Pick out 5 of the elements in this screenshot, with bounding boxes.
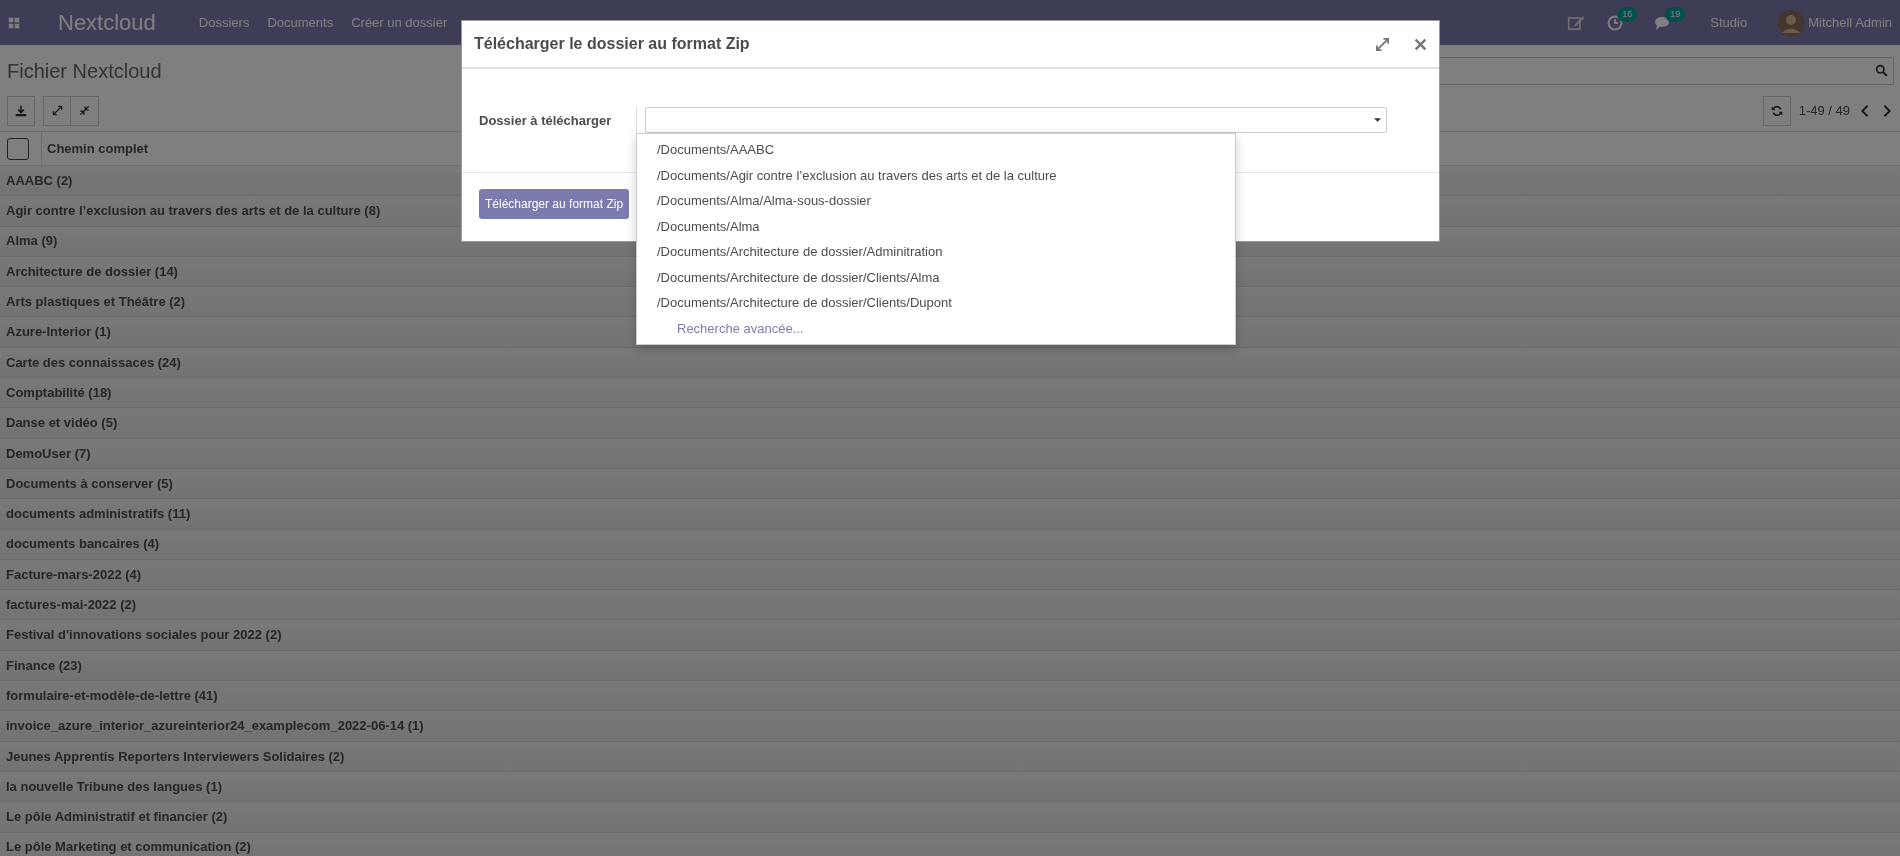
page-title: Fichier Nextcloud (7, 58, 162, 83)
activity-count: 16 (1617, 6, 1638, 22)
pager-value: 1-49 / 49 (1798, 101, 1850, 120)
dialog-title: Télécharger le dossier au format Zip (474, 34, 750, 54)
message-count: 19 (1665, 6, 1686, 22)
